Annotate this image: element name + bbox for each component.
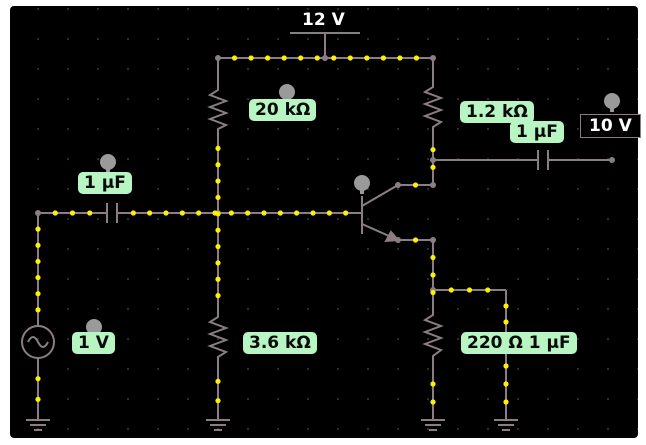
current-dot [503,303,509,309]
current-dot [265,55,271,61]
junction-node [215,55,221,61]
current-dot [448,287,454,293]
current-dot [503,319,509,325]
current-dot [503,381,509,387]
current-dot [215,293,221,299]
current-dot [179,210,185,216]
current-dot [215,194,221,201]
current-dot [35,376,41,382]
current-dot [215,145,221,151]
junction-node [322,55,328,61]
resistor-capacitor-220-label[interactable]: 220 Ω 1 μF [461,332,577,354]
source-voltage-label[interactable]: 1 V [72,332,115,354]
junction-node [430,157,436,163]
current-dot [196,210,202,216]
current-dot [430,399,436,405]
current-dot [215,378,221,384]
current-dot [35,226,41,232]
current-dot [130,210,136,216]
current-dot [503,363,509,369]
resistor-3k6-label[interactable]: 3.6 kΩ [243,332,317,354]
current-dot [277,210,283,216]
current-dot [326,210,332,216]
current-dot [397,55,403,61]
output-voltage-label: 10 V [580,114,641,138]
current-dot [215,162,221,168]
current-dot [466,287,473,293]
junction-node [430,182,436,188]
current-dot [430,381,436,387]
junction-node [35,210,41,216]
current-dot [52,210,58,216]
current-dot [412,237,419,243]
capacitor-in-label[interactable]: 1 μF [78,172,132,194]
resistor-1k2-label[interactable]: 1.2 kΩ [460,101,534,123]
supply-voltage-label: 12 V [302,10,345,30]
current-dot [430,164,436,170]
current-dot [281,55,287,61]
current-dot [215,398,221,404]
current-dot [212,210,218,216]
current-dot [413,55,420,61]
current-dot [412,182,419,188]
current-dot [35,242,41,248]
current-dot [147,210,153,216]
current-dot [298,55,304,61]
junction-node [609,157,615,163]
current-dot [294,210,300,216]
current-dot [485,287,491,293]
current-dot [215,260,221,266]
current-dot [261,210,267,216]
current-dot [215,227,221,233]
circuit-schematic[interactable] [0,0,646,441]
current-dot [248,55,254,61]
current-dot [314,55,320,61]
current-dot [430,289,436,296]
current-dot [347,55,353,61]
current-dot [503,399,509,405]
current-dot [231,55,238,61]
current-dot [430,272,436,278]
current-dot [87,210,93,216]
junction-node [430,237,436,243]
current-dot [331,55,337,61]
current-dot [228,210,234,216]
current-dot [364,55,370,61]
current-dot [35,291,41,297]
current-dot [343,210,349,216]
current-dot [215,178,221,184]
current-dot [215,276,221,282]
circuit-canvas[interactable]: 12 V 20 kΩ 1.2 kΩ 1 μF 10 V 1 μF 1 V 3.6… [0,0,646,441]
current-dot [245,210,251,216]
current-dot [430,147,436,153]
current-dot [35,307,41,313]
resistor-20k-label[interactable]: 20 kΩ [249,99,317,121]
junction-node [430,55,436,61]
current-dot [35,274,41,281]
current-dot [310,210,316,216]
current-dot [69,210,76,216]
current-dot [380,55,386,61]
current-dot [430,254,436,261]
current-dot [163,210,169,216]
capacitor-out-label[interactable]: 1 μF [510,121,564,143]
current-dot [35,396,41,402]
junction-node [395,237,401,243]
junction-node [395,182,401,188]
current-dot [215,243,221,250]
current-dot [35,258,41,265]
